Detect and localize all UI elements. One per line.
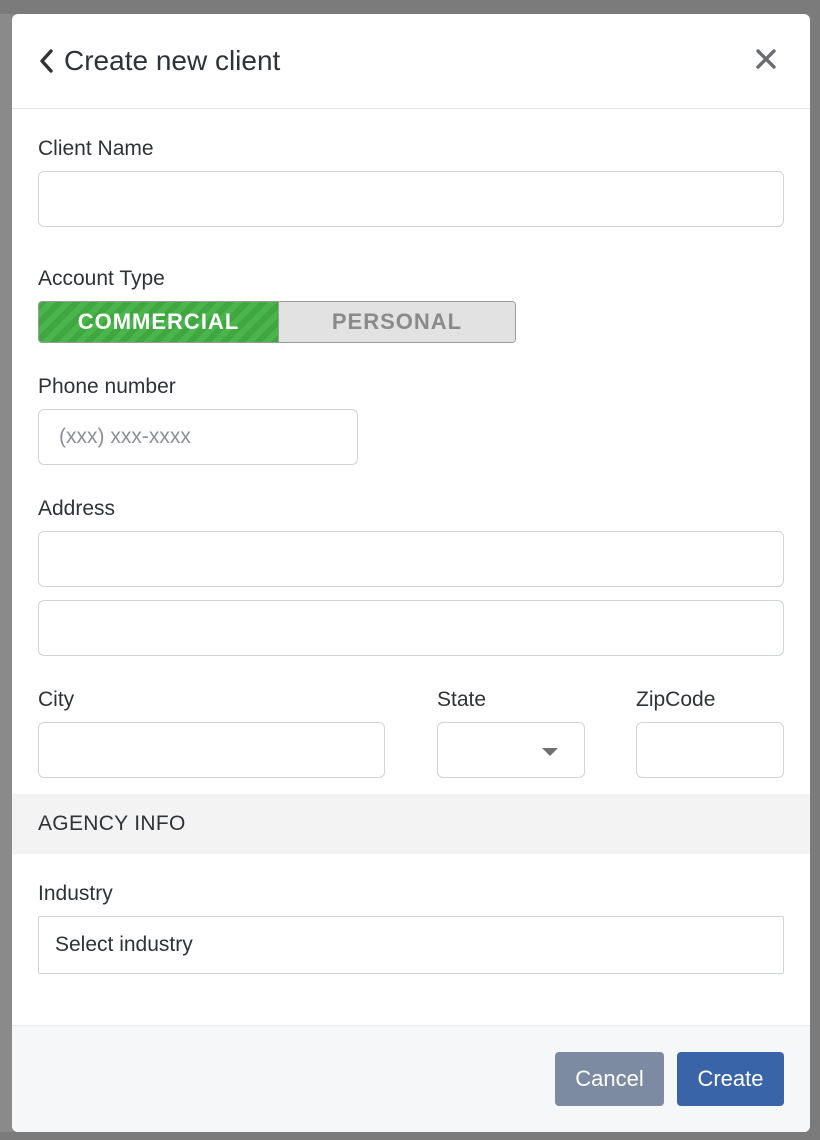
modal-footer: Cancel Create bbox=[12, 1025, 810, 1132]
address-label: Address bbox=[38, 497, 116, 520]
phone-label: Phone number bbox=[38, 375, 176, 398]
industry-select[interactable]: Select industry bbox=[38, 916, 784, 974]
account-type-group: Account Type COMMERCIAL PERSONAL bbox=[38, 267, 784, 343]
state-group: State bbox=[437, 688, 585, 778]
industry-group: Industry Select industry bbox=[38, 882, 784, 974]
phone-group: Phone number bbox=[38, 375, 784, 465]
city-state-zip-row: City State ZipCode bbox=[38, 688, 784, 778]
zipcode-label: ZipCode bbox=[636, 688, 716, 711]
industry-select-placeholder: Select industry bbox=[55, 933, 193, 956]
city-group: City bbox=[38, 688, 385, 778]
caret-down-icon bbox=[542, 748, 558, 756]
zipcode-input[interactable] bbox=[636, 722, 784, 778]
cancel-button[interactable]: Cancel bbox=[555, 1052, 664, 1106]
zipcode-group: ZipCode bbox=[636, 688, 784, 778]
modal-header: Create new client bbox=[12, 14, 810, 109]
modal-body: Client Name Account Type COMMERCIAL PERS… bbox=[12, 109, 810, 778]
agency-info-heading: AGENCY INFO bbox=[12, 794, 810, 854]
close-icon bbox=[756, 49, 776, 69]
account-type-label: Account Type bbox=[38, 267, 165, 290]
address-line1-input[interactable] bbox=[38, 531, 784, 587]
client-name-label: Client Name bbox=[38, 137, 154, 160]
state-label: State bbox=[437, 688, 487, 711]
back-button[interactable]: Create new client bbox=[38, 45, 280, 77]
modal-title: Create new client bbox=[64, 45, 281, 76]
address-line2-input[interactable] bbox=[38, 600, 784, 656]
close-button[interactable] bbox=[752, 45, 780, 73]
client-name-input[interactable] bbox=[38, 171, 784, 227]
create-button[interactable]: Create bbox=[677, 1052, 784, 1106]
city-input[interactable] bbox=[38, 722, 385, 778]
address-group: Address bbox=[38, 497, 784, 656]
client-name-group: Client Name bbox=[38, 137, 784, 227]
state-select[interactable] bbox=[437, 722, 585, 778]
chevron-left-icon bbox=[40, 49, 53, 73]
city-label: City bbox=[38, 688, 75, 711]
phone-input[interactable] bbox=[38, 409, 358, 465]
create-client-modal: Create new client Client Name Account Ty… bbox=[12, 14, 810, 1132]
account-type-toggle: COMMERCIAL PERSONAL bbox=[38, 301, 516, 343]
industry-label: Industry bbox=[38, 882, 113, 905]
account-type-commercial[interactable]: COMMERCIAL bbox=[39, 302, 278, 342]
account-type-personal[interactable]: PERSONAL bbox=[278, 302, 515, 342]
